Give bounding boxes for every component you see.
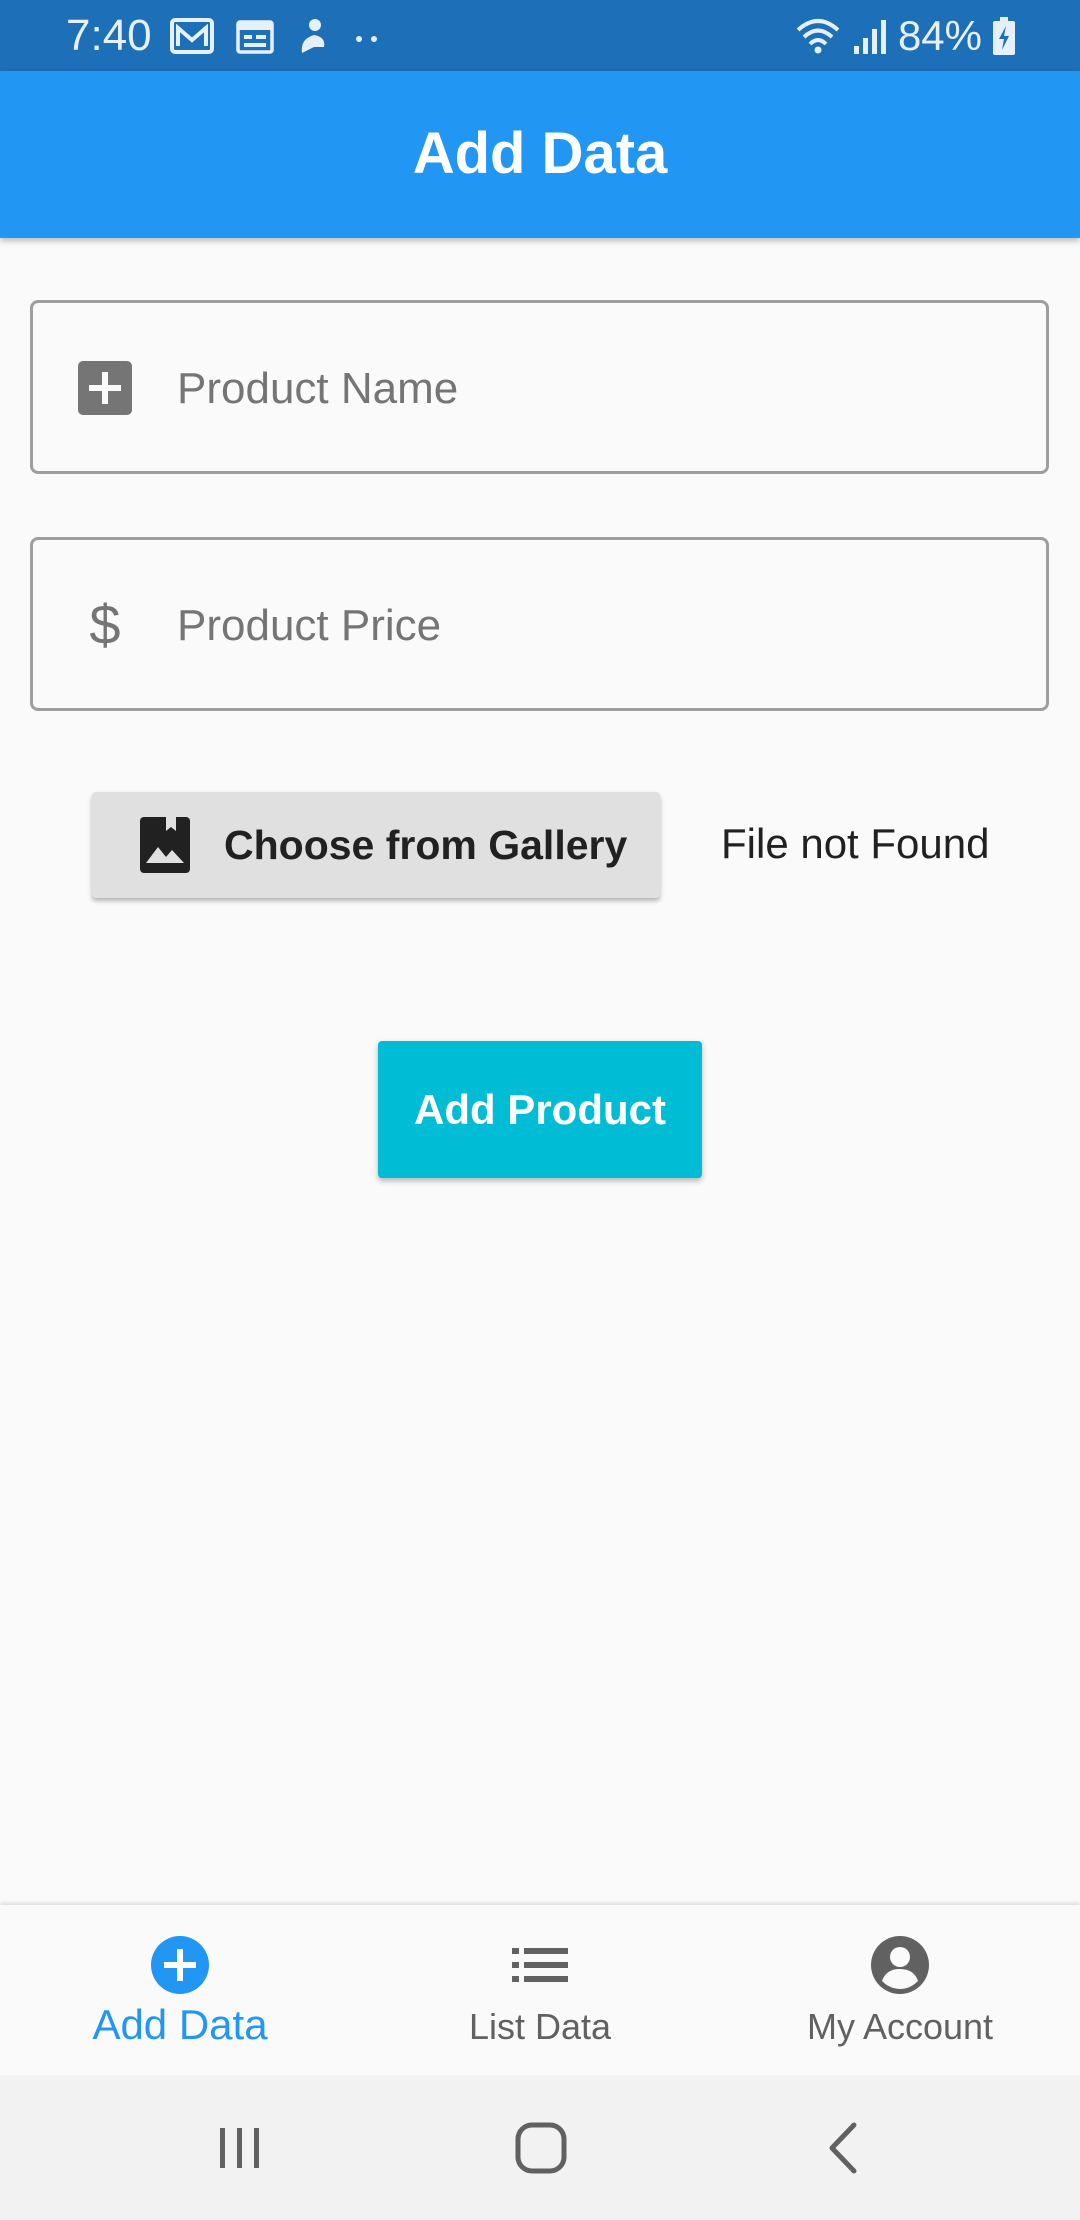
status-bar: 7:40 84% (0, 0, 1080, 71)
nav-label-list-data: List Data (468, 2006, 612, 2047)
signal-icon (853, 20, 886, 54)
add-box-icon (77, 360, 133, 416)
list-icon (512, 1948, 568, 1982)
battery-charging-icon (993, 17, 1015, 55)
wifi-icon (796, 19, 840, 54)
dollar-icon: $ (77, 597, 133, 653)
more-dots-icon (356, 36, 377, 42)
person-icon (301, 19, 325, 53)
dollar-glyph: $ (89, 593, 121, 656)
page-title: Add Data (412, 121, 668, 186)
app-bar: Add Data (0, 71, 1080, 238)
system-navigation-bar (0, 2075, 1080, 2220)
photo-album-icon (140, 817, 190, 873)
nav-item-list-data[interactable]: List Data (360, 1905, 720, 2075)
back-icon[interactable] (812, 2115, 878, 2181)
nav-label-my-account: My Account (806, 2006, 994, 2047)
product-price-input[interactable] (175, 580, 999, 672)
gallery-button-label: Choose from Gallery (224, 822, 628, 868)
nav-item-my-account[interactable]: My Account (720, 1905, 1080, 2075)
status-time: 7:40 (66, 11, 152, 60)
choose-from-gallery-button[interactable]: Choose from Gallery (92, 792, 660, 898)
bottom-navigation: Add Data List Data My Account (0, 1905, 1080, 2075)
home-icon[interactable] (508, 2115, 574, 2181)
add-product-button[interactable]: Add Product (378, 1041, 702, 1178)
battery-percent: 84% (897, 12, 982, 59)
notification-icons (170, 14, 382, 58)
file-status-text: File not Found (721, 820, 990, 867)
nav-item-add-data[interactable]: Add Data (0, 1905, 360, 2075)
recent-apps-icon[interactable] (207, 2115, 273, 2181)
calendar-icon (236, 20, 274, 54)
product-name-field[interactable] (30, 300, 1049, 474)
nav-label-add-data: Add Data (92, 2001, 268, 2048)
status-right: 84% (794, 10, 1016, 62)
gmail-icon (170, 18, 214, 54)
account-circle-icon (871, 1936, 929, 1994)
product-name-input[interactable] (175, 343, 999, 435)
add-circle-icon (151, 1936, 209, 1994)
product-price-field[interactable]: $ (30, 537, 1049, 711)
